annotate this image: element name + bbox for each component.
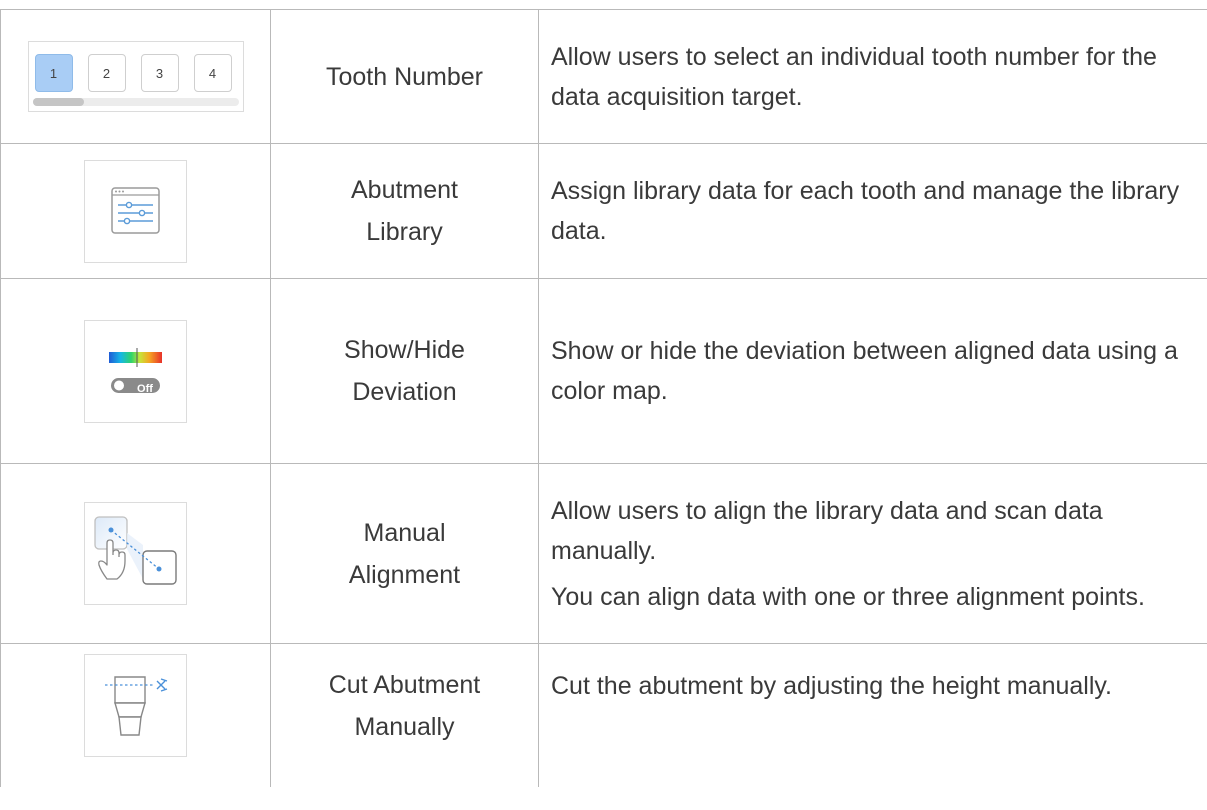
icon-cell [0,143,271,279]
tooth-button-1[interactable]: 1 [34,54,73,92]
feature-description: Cut the abutment by adjusting the height… [538,643,1207,787]
icon-cell [0,463,271,644]
feature-description: Show or hide the deviation between align… [538,278,1207,464]
feature-name: Abutment Library [270,143,539,279]
feature-description: Assign library data for each tooth and m… [538,143,1207,279]
icon-cell [0,643,271,787]
feature-name: Manual Alignment [270,463,539,644]
tooth-button-2[interactable]: 2 [87,54,126,92]
sliders-settings-icon [84,159,187,263]
scrollbar-thumb[interactable] [32,98,84,106]
tooth-button-3[interactable]: 3 [140,54,179,92]
table-row: Cut Abutment Manually Cut the abutment b… [0,643,1207,787]
feature-description: Allow users to align the library data an… [538,463,1207,644]
deviation-colormap-toggle-icon: Off [84,319,187,423]
table-row: Off Show/Hide Deviation Show or hide the… [0,278,1207,464]
manual-alignment-icon [84,502,187,605]
tooth-number-selector-icon: 1 2 3 4 [27,41,244,112]
feature-name: Show/Hide Deviation [270,278,539,464]
deviation-toggle-label: Off [137,382,153,395]
table-row: Manual Alignment Allow users to align th… [0,463,1207,644]
feature-name: Cut Abutment Manually [270,643,539,787]
feature-description: Allow users to select an individual toot… [538,9,1207,144]
feature-name: Tooth Number [270,9,539,144]
cut-abutment-icon [84,654,187,757]
icon-cell: Off [0,278,271,464]
table-row: Abutment Library Assign library data for… [0,143,1207,279]
features-table: 1 2 3 4 Tooth Number Allow users to sele… [0,9,1207,787]
icon-cell: 1 2 3 4 [0,9,271,144]
tooth-scrollbar[interactable] [32,98,239,106]
tooth-button-4[interactable]: 4 [193,54,232,92]
table-row: 1 2 3 4 Tooth Number Allow users to sele… [0,9,1207,144]
